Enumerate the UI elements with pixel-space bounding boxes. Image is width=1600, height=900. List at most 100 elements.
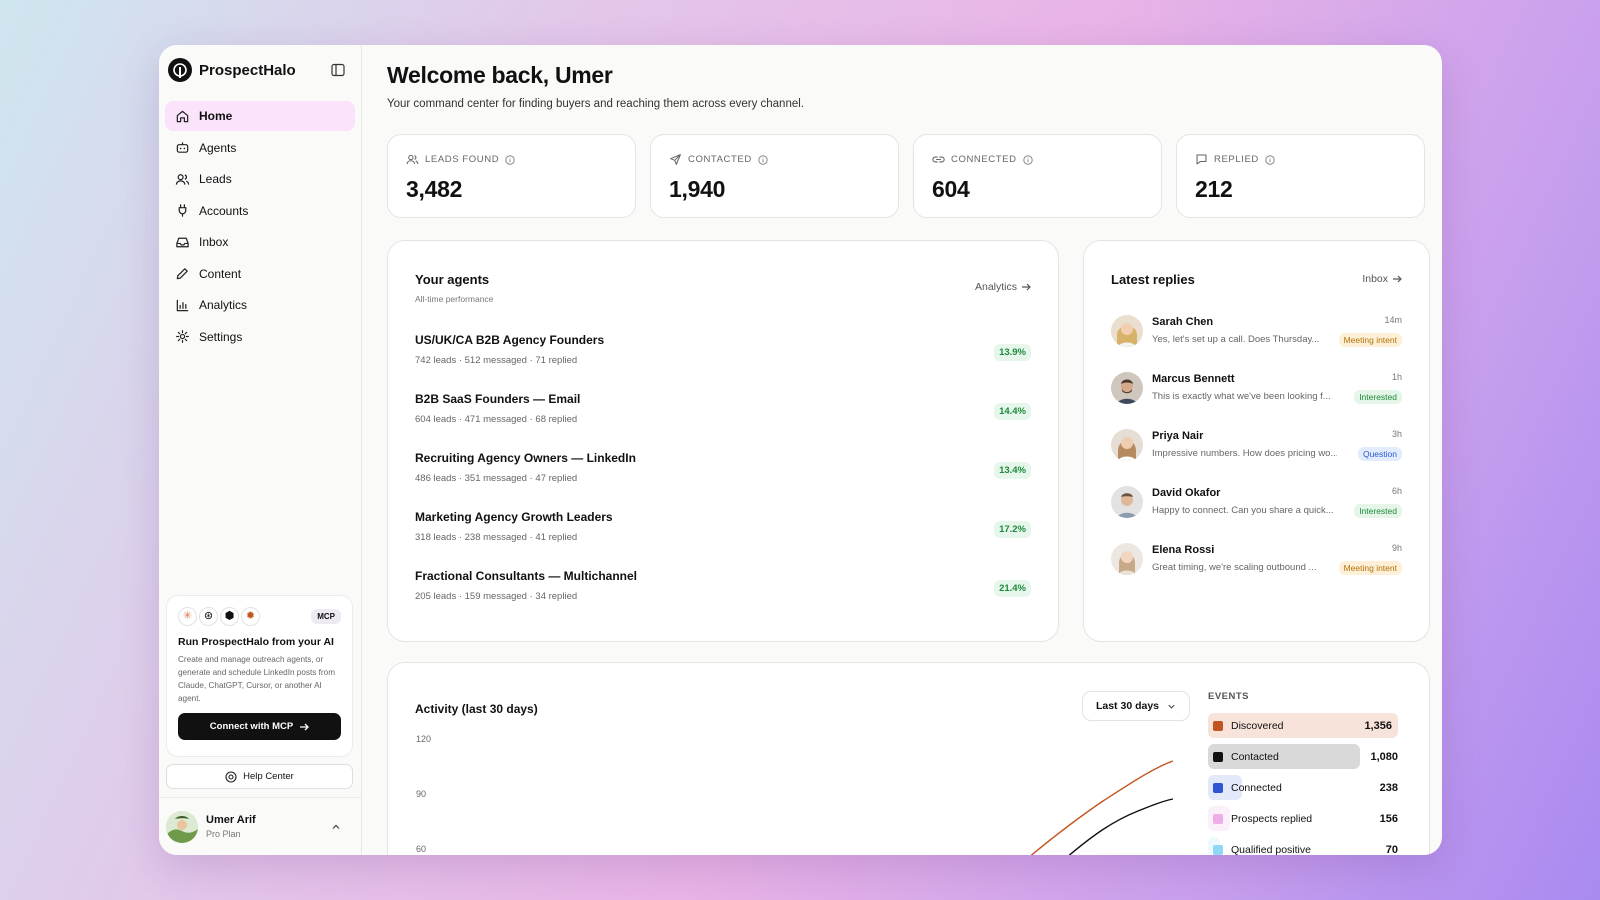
event-value: 70	[1385, 843, 1398, 856]
reply-time: 1h	[1391, 372, 1402, 382]
activity-card: Activity (last 30 days) Last 30 days 120…	[387, 662, 1430, 855]
reply-item[interactable]: Elena Rossi Great timing, we're scaling …	[1111, 543, 1402, 583]
stat-value: 1,940	[669, 176, 726, 202]
y-tick-label: 120	[416, 734, 432, 744]
gear-icon	[176, 330, 189, 343]
avatar	[1111, 315, 1143, 347]
analytics-link[interactable]: Analytics	[975, 281, 1031, 293]
bot-icon	[176, 142, 189, 153]
inbox-link[interactable]: Inbox	[1362, 273, 1402, 285]
sidebar-item-inbox[interactable]: Inbox	[165, 227, 355, 257]
info-icon[interactable]	[505, 154, 515, 165]
legend-swatch	[1213, 751, 1223, 762]
sidebar-item-agents[interactable]: Agents	[165, 133, 355, 163]
page-subtitle: Your command center for finding buyers a…	[387, 98, 804, 110]
cursor-icon: ⬢	[220, 607, 239, 626]
agent-row[interactable]: Fractional Consultants — Multichannel 20…	[415, 569, 1031, 609]
agent-row[interactable]: B2B SaaS Founders — Email 604 leads · 47…	[415, 392, 1031, 432]
reply-rate-badge: 21.4%	[994, 580, 1031, 597]
page-title: Welcome back, Umer	[387, 62, 613, 88]
sidebar-item-analytics[interactable]: Analytics	[165, 290, 355, 320]
agent-row[interactable]: US/UK/CA B2B Agency Founders 742 leads ·…	[415, 333, 1031, 373]
intent-badge: Interested	[1354, 390, 1402, 404]
analytics-link-label: Analytics	[974, 281, 1017, 293]
user-profile[interactable]: Umer Arif Pro Plan	[159, 797, 361, 855]
reply-item[interactable]: Priya Nair Impressive numbers. How does …	[1111, 429, 1402, 469]
lifebuoy-icon	[225, 770, 237, 783]
agent-meta: 604 leads · 471 messaged · 68 replied	[415, 414, 578, 425]
home-icon	[176, 110, 189, 122]
reply-sender: David Okafor	[1152, 487, 1221, 499]
contacted-series-line	[1068, 798, 1174, 855]
send-icon	[670, 154, 681, 165]
sidebar-item-home[interactable]: Home	[165, 101, 355, 131]
reply-sender: Elena Rossi	[1152, 544, 1215, 556]
event-prospects-replied[interactable]: Prospects replied 156	[1208, 806, 1398, 831]
event-connected[interactable]: Connected 238	[1208, 775, 1398, 800]
reply-sender: Priya Nair	[1152, 430, 1204, 442]
agents-card: Your agents All-time performance Analyti…	[387, 240, 1059, 642]
reply-item[interactable]: Sarah Chen Yes, let's set up a call. Doe…	[1111, 315, 1402, 355]
discovered-series-line	[1030, 760, 1174, 855]
avatar	[166, 810, 198, 843]
sidebar-collapse-icon[interactable]	[330, 62, 346, 78]
event-contacted[interactable]: Contacted 1,080	[1208, 744, 1398, 769]
sidebar-item-leads[interactable]: Leads	[165, 164, 355, 194]
event-name: Prospects replied	[1231, 812, 1313, 825]
date-range-select[interactable]: Last 30 days	[1082, 691, 1190, 721]
logo-row: ProspectHalo	[159, 50, 361, 90]
event-value: 238	[1379, 781, 1398, 794]
agents-subtitle: All-time performance	[415, 294, 494, 304]
info-icon[interactable]	[1265, 154, 1275, 165]
stat-value: 604	[932, 176, 970, 202]
link-icon	[932, 156, 945, 163]
reply-preview: Great timing, we're scaling outbound ...	[1152, 562, 1317, 573]
activity-title: Activity (last 30 days)	[415, 702, 538, 716]
arrow-right-icon	[1022, 283, 1031, 291]
reply-item[interactable]: David Okafor Happy to connect. Can you s…	[1111, 486, 1402, 526]
reply-preview: Impressive numbers. How does pricing wo.…	[1152, 448, 1337, 459]
stat-label: REPLIED	[1214, 154, 1259, 165]
agent-row[interactable]: Marketing Agency Growth Leaders 318 lead…	[415, 510, 1031, 550]
sidebar-item-label: Accounts	[199, 203, 249, 218]
mcp-icons: ✳ ⊛ ⬢ ✹ MCP	[178, 607, 341, 626]
agent-name: B2B SaaS Founders — Email	[415, 392, 581, 406]
replies-title: Latest replies	[1111, 272, 1195, 287]
mcp-badge: MCP	[311, 609, 341, 624]
reply-sender: Sarah Chen	[1152, 316, 1214, 328]
connect-mcp-button[interactable]: Connect with MCP	[178, 713, 341, 740]
sidebar: ProspectHalo Home Agents Leads Accounts	[159, 45, 362, 855]
legend-swatch	[1213, 813, 1223, 824]
mcp-description: Create and manage outreach agents, or ge…	[178, 655, 336, 703]
stat-value: 212	[1195, 176, 1233, 202]
event-qualified-positive[interactable]: Qualified positive 70	[1208, 837, 1398, 855]
agent-row[interactable]: Recruiting Agency Owners — LinkedIn 486 …	[415, 451, 1031, 491]
reply-rate-badge: 13.4%	[994, 462, 1031, 479]
user-name: Umer Arif	[206, 814, 256, 826]
reply-item[interactable]: Marcus Bennett This is exactly what we'v…	[1111, 372, 1402, 412]
intent-badge: Interested	[1354, 504, 1402, 518]
reply-preview: This is exactly what we've been looking …	[1152, 391, 1331, 402]
info-icon[interactable]	[1022, 154, 1033, 165]
sidebar-item-accounts[interactable]: Accounts	[165, 196, 355, 226]
agent-meta: 742 leads · 512 messaged · 71 replied	[415, 355, 578, 366]
stat-leads-found: LEADS FOUND 3,482	[387, 134, 636, 218]
event-discovered[interactable]: Discovered 1,356	[1208, 713, 1398, 738]
info-icon[interactable]	[758, 154, 768, 165]
sidebar-item-content[interactable]: Content	[165, 259, 355, 289]
help-center-button[interactable]: Help Center	[166, 764, 353, 789]
reply-sender: Marcus Bennett	[1152, 373, 1235, 385]
arrow-right-icon	[300, 723, 310, 730]
app-name: ProspectHalo	[199, 61, 296, 79]
reply-time: 9h	[1391, 543, 1402, 553]
intent-badge: Meeting intent	[1338, 333, 1402, 347]
event-name: Contacted	[1231, 750, 1279, 763]
chevron-up-icon[interactable]	[331, 822, 341, 832]
users-icon	[175, 173, 190, 185]
sidebar-item-settings[interactable]: Settings	[165, 322, 355, 352]
y-tick-label: 90	[416, 789, 427, 799]
event-name: Discovered	[1231, 719, 1284, 732]
agents-title: Your agents	[415, 272, 490, 287]
events-label: EVENTS	[1208, 691, 1250, 702]
plug-icon	[178, 204, 187, 217]
